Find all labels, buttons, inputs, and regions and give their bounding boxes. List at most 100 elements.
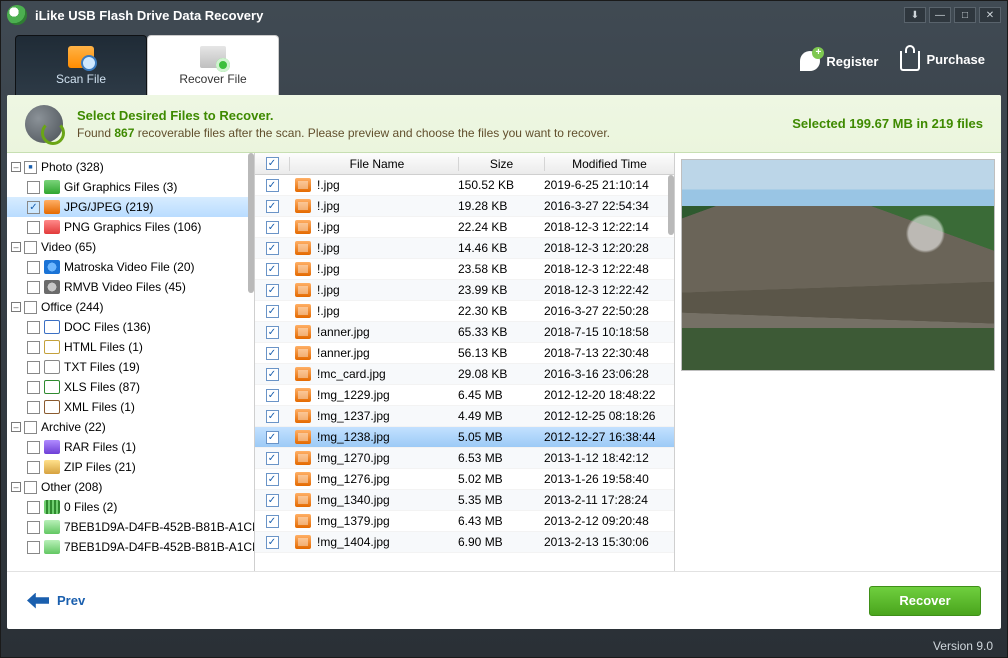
row-checkbox[interactable] [255, 221, 289, 234]
row-checkbox[interactable] [255, 305, 289, 318]
tree-checkbox[interactable] [24, 481, 37, 494]
row-checkbox[interactable] [255, 431, 289, 444]
minimize-button[interactable]: — [929, 7, 951, 23]
col-file-name[interactable]: File Name [289, 157, 458, 171]
file-row[interactable]: !anner.jpg65.33 KB2018-7-15 10:18:58 [255, 322, 674, 343]
tree-checkbox[interactable] [27, 541, 40, 554]
tree-node[interactable]: PNG Graphics Files (106) [7, 217, 254, 237]
row-checkbox[interactable] [255, 179, 289, 192]
tree-node[interactable]: RAR Files (1) [7, 437, 254, 457]
tree-node[interactable]: JPG/JPEG (219) [7, 197, 254, 217]
tree-checkbox[interactable] [27, 401, 40, 414]
file-list-body[interactable]: !.jpg150.52 KB2019-6-25 21:10:14!.jpg19.… [255, 175, 674, 571]
file-row[interactable]: !anner.jpg56.13 KB2018-7-13 22:30:48 [255, 343, 674, 364]
file-row[interactable]: !mg_1340.jpg5.35 MB2013-2-11 17:28:24 [255, 490, 674, 511]
tree-checkbox[interactable] [27, 201, 40, 214]
select-all-checkbox[interactable]: ✓ [255, 157, 289, 170]
tree-node[interactable]: DOC Files (136) [7, 317, 254, 337]
prev-button[interactable]: Prev [27, 593, 85, 609]
row-checkbox[interactable] [255, 347, 289, 360]
tree-expand-icon[interactable]: – [11, 302, 21, 312]
tree-expand-icon[interactable]: – [11, 482, 21, 492]
tree-node[interactable]: –Video (65) [7, 237, 254, 257]
file-row[interactable]: !.jpg23.58 KB2018-12-3 12:22:48 [255, 259, 674, 280]
row-checkbox[interactable] [255, 410, 289, 423]
tree-checkbox[interactable] [27, 281, 40, 294]
tree-checkbox[interactable] [27, 381, 40, 394]
jpg-file-icon [295, 430, 311, 444]
tree-node[interactable]: ZIP Files (21) [7, 457, 254, 477]
tree-node[interactable]: –Office (244) [7, 297, 254, 317]
file-row[interactable]: !.jpg19.28 KB2016-3-27 22:54:34 [255, 196, 674, 217]
tree-node[interactable]: 0 Files (2) [7, 497, 254, 517]
row-checkbox[interactable] [255, 242, 289, 255]
file-row[interactable]: !.jpg22.24 KB2018-12-3 12:22:14 [255, 217, 674, 238]
file-row[interactable]: !mg_1270.jpg6.53 MB2013-1-12 18:42:12 [255, 448, 674, 469]
tree-node[interactable]: TXT Files (19) [7, 357, 254, 377]
tree-expand-icon[interactable]: – [11, 242, 21, 252]
tree-checkbox[interactable] [27, 181, 40, 194]
row-checkbox[interactable] [255, 494, 289, 507]
row-checkbox[interactable] [255, 368, 289, 381]
row-checkbox[interactable] [255, 200, 289, 213]
close-button[interactable]: ✕ [979, 7, 1001, 23]
tree-expand-icon[interactable]: – [11, 422, 21, 432]
tree-checkbox[interactable] [27, 261, 40, 274]
tree-checkbox[interactable] [24, 161, 37, 174]
tree-node[interactable]: –Photo (328) [7, 157, 254, 177]
category-tree[interactable]: –Photo (328)Gif Graphics Files (3)JPG/JP… [7, 153, 255, 571]
download-button[interactable]: ⬇ [904, 7, 926, 23]
tree-node[interactable]: HTML Files (1) [7, 337, 254, 357]
row-checkbox[interactable] [255, 284, 289, 297]
row-checkbox[interactable] [255, 326, 289, 339]
file-row[interactable]: !mg_1238.jpg5.05 MB2012-12-27 16:38:44 [255, 427, 674, 448]
tree-node[interactable]: Matroska Video File (20) [7, 257, 254, 277]
file-row[interactable]: !mc_card.jpg29.08 KB2016-3-16 23:06:28 [255, 364, 674, 385]
row-checkbox[interactable] [255, 263, 289, 276]
file-row[interactable]: !.jpg150.52 KB2019-6-25 21:10:14 [255, 175, 674, 196]
tree-checkbox[interactable] [27, 461, 40, 474]
tree-node[interactable]: –Other (208) [7, 477, 254, 497]
row-checkbox[interactable] [255, 389, 289, 402]
tree-node[interactable]: XLS Files (87) [7, 377, 254, 397]
row-checkbox[interactable] [255, 536, 289, 549]
tree-checkbox[interactable] [27, 361, 40, 374]
col-modified-time[interactable]: Modified Time [544, 157, 674, 171]
row-checkbox[interactable] [255, 473, 289, 486]
tree-checkbox[interactable] [27, 521, 40, 534]
tree-checkbox[interactable] [24, 241, 37, 254]
tree-checkbox[interactable] [27, 441, 40, 454]
col-size[interactable]: Size [458, 157, 544, 171]
file-row[interactable]: !mg_1404.jpg6.90 MB2013-2-13 15:30:06 [255, 532, 674, 553]
tree-node[interactable]: 7BEB1D9A-D4FB-452B-B81B-A1CEC7D20 [7, 537, 254, 557]
file-row[interactable]: !mg_1229.jpg6.45 MB2012-12-20 18:48:22 [255, 385, 674, 406]
tab-scan-file[interactable]: Scan File [15, 35, 147, 95]
maximize-button[interactable]: □ [954, 7, 976, 23]
recover-button[interactable]: Recover [869, 586, 981, 616]
purchase-button[interactable]: Purchase [900, 47, 985, 71]
file-row[interactable]: !mg_1276.jpg5.02 MB2013-1-26 19:58:40 [255, 469, 674, 490]
tree-node[interactable]: –Archive (22) [7, 417, 254, 437]
file-row[interactable]: !mg_1379.jpg6.43 MB2013-2-12 09:20:48 [255, 511, 674, 532]
register-button[interactable]: Register [800, 51, 878, 71]
file-size: 56.13 KB [458, 346, 544, 360]
file-row[interactable]: !.jpg22.30 KB2016-3-27 22:50:28 [255, 301, 674, 322]
tree-checkbox[interactable] [27, 341, 40, 354]
tab-recover-file[interactable]: Recover File [147, 35, 279, 95]
tree-checkbox[interactable] [27, 321, 40, 334]
tree-checkbox[interactable] [27, 501, 40, 514]
row-checkbox[interactable] [255, 515, 289, 528]
file-row[interactable]: !.jpg14.46 KB2018-12-3 12:20:28 [255, 238, 674, 259]
tree-node[interactable]: Gif Graphics Files (3) [7, 177, 254, 197]
tree-node[interactable]: XML Files (1) [7, 397, 254, 417]
row-checkbox[interactable] [255, 452, 289, 465]
tree-node[interactable]: 7BEB1D9A-D4FB-452B-B81B-A1CEC7D20 [7, 517, 254, 537]
file-row[interactable]: !mg_1237.jpg4.49 MB2012-12-25 08:18:26 [255, 406, 674, 427]
tree-node[interactable]: RMVB Video Files (45) [7, 277, 254, 297]
tree-checkbox[interactable] [24, 421, 37, 434]
tree-checkbox[interactable] [27, 221, 40, 234]
file-name: !mg_1379.jpg [317, 514, 390, 528]
file-row[interactable]: !.jpg23.99 KB2018-12-3 12:22:42 [255, 280, 674, 301]
tree-expand-icon[interactable]: – [11, 162, 21, 172]
tree-checkbox[interactable] [24, 301, 37, 314]
